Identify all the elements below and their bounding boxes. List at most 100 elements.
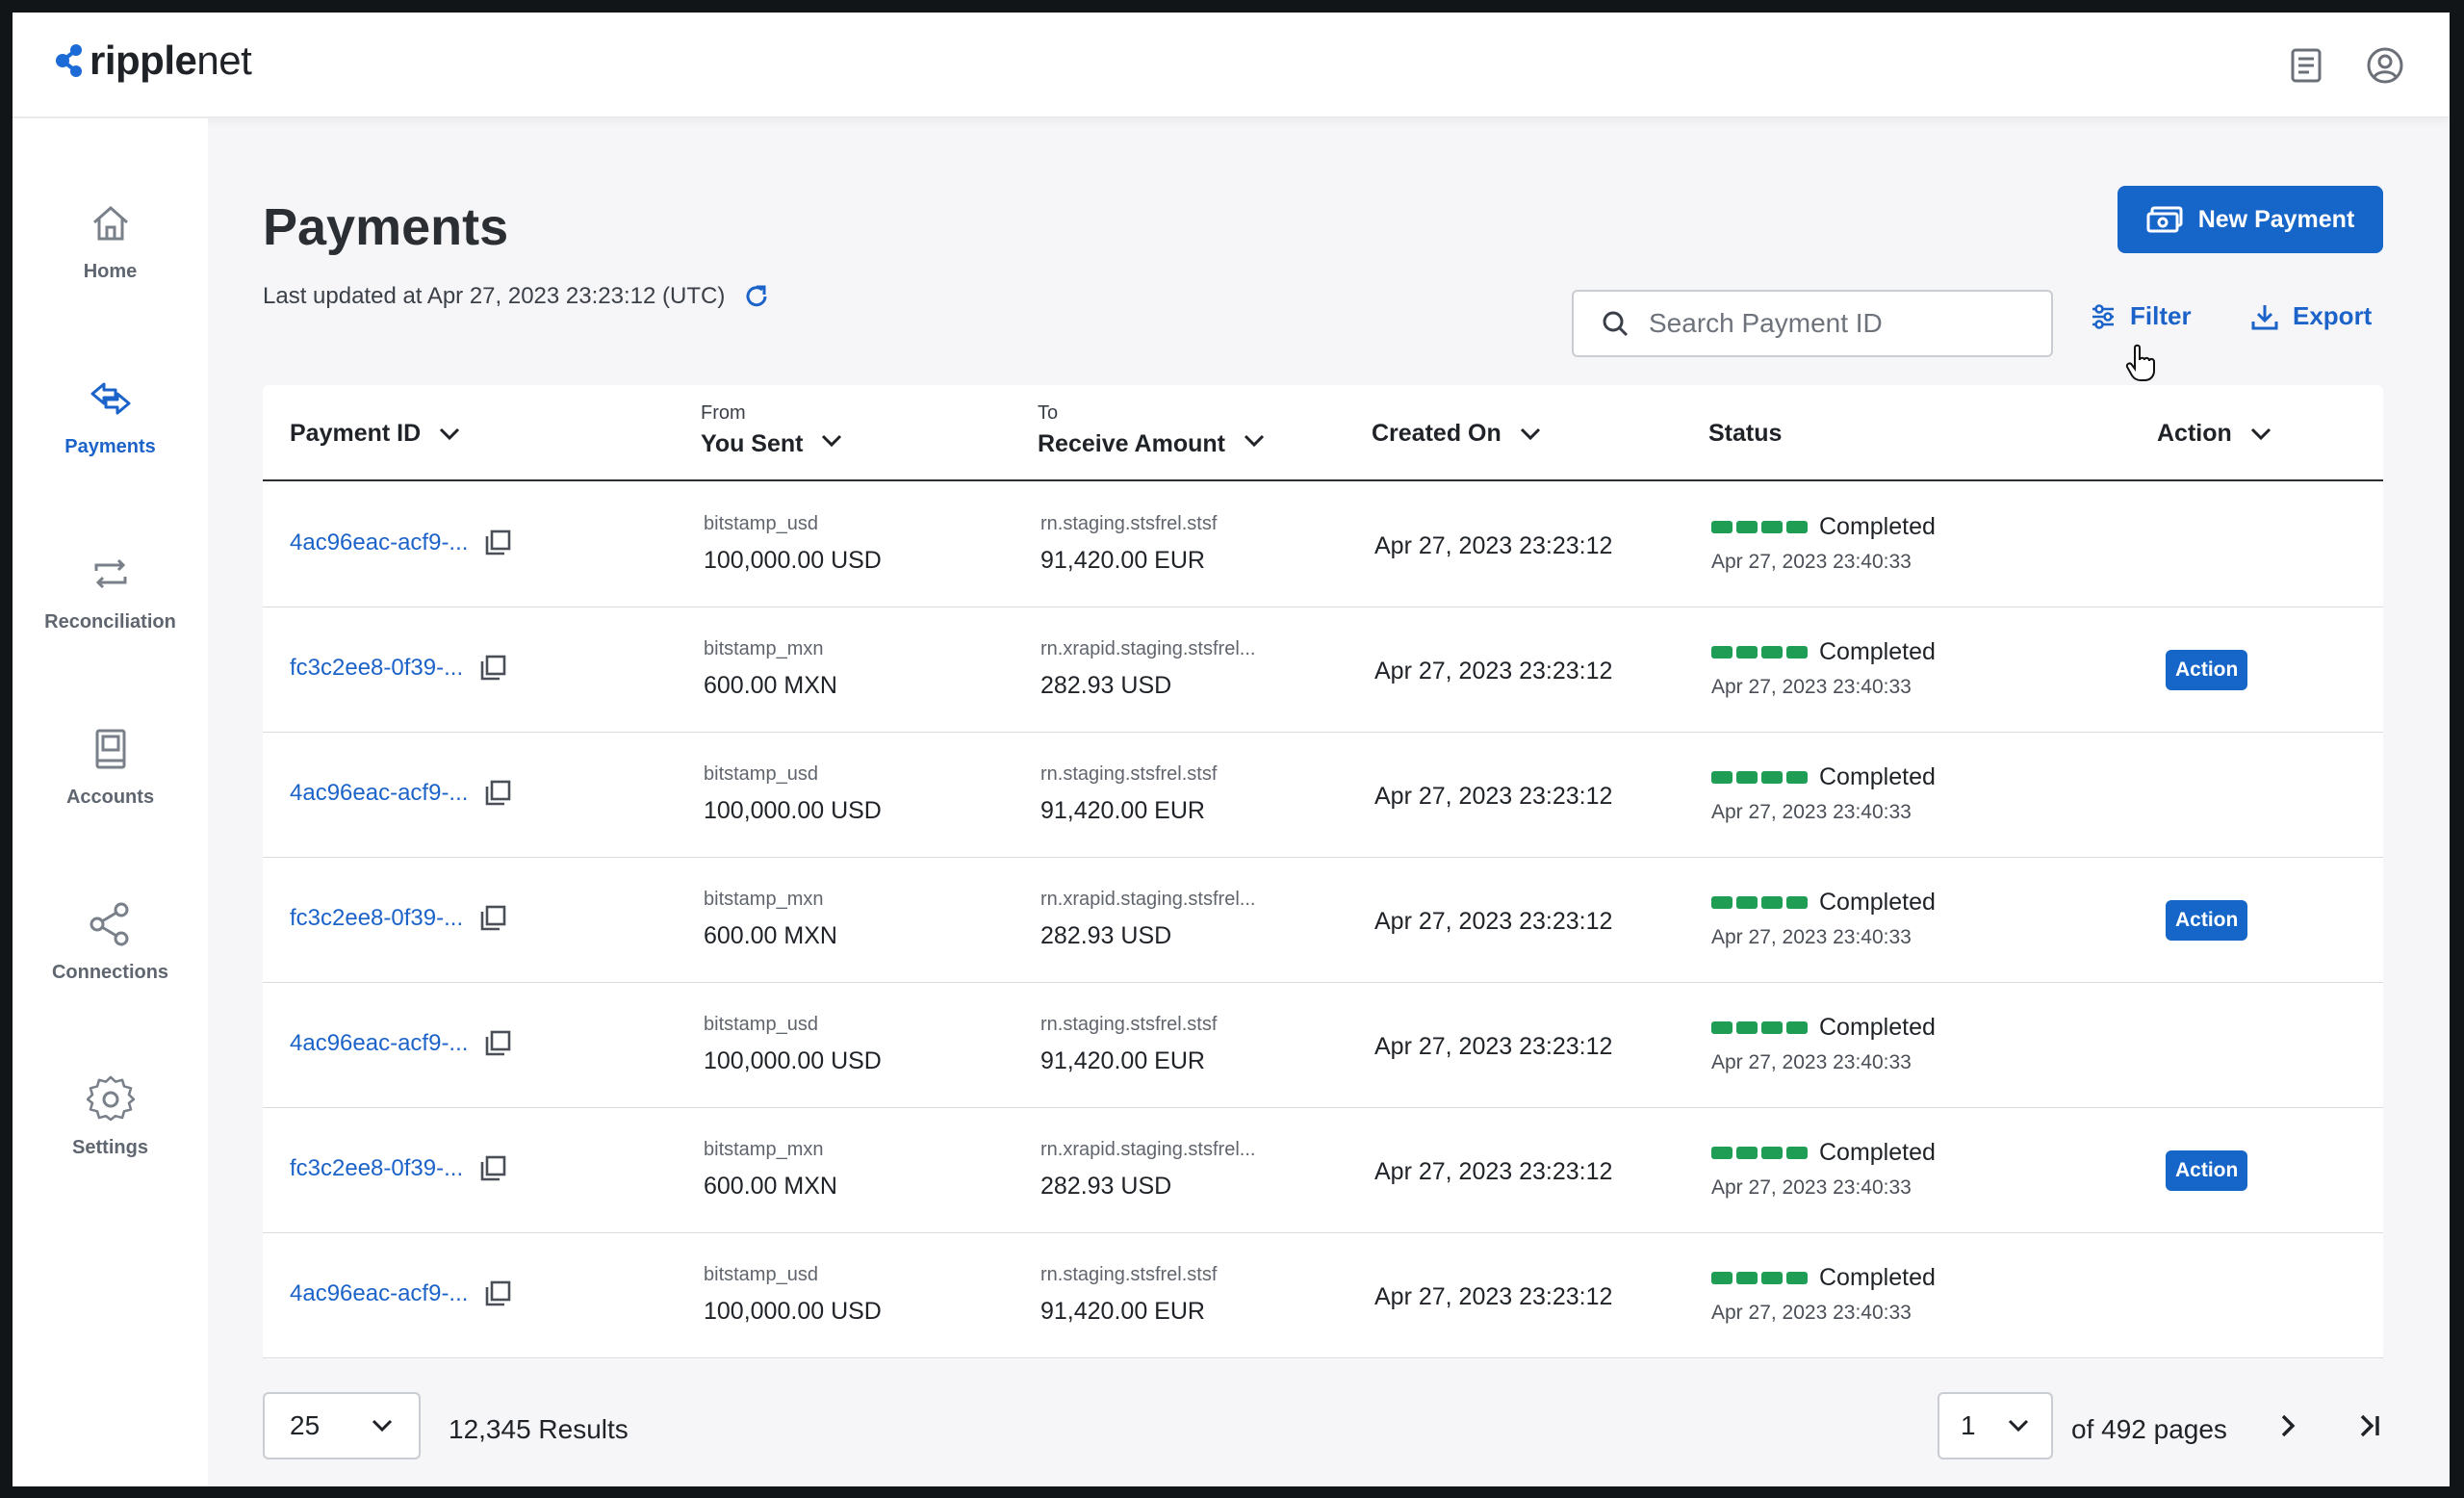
document-icon[interactable] xyxy=(2286,45,2326,86)
status-progress xyxy=(1711,896,1808,909)
sidebar-item-payments[interactable]: Payments xyxy=(13,374,208,500)
amount-sent: 100,000.00 USD xyxy=(704,797,882,824)
new-payment-label: New Payment xyxy=(2197,205,2355,233)
status-label: Completed xyxy=(1819,1014,1936,1041)
share-nodes-icon xyxy=(90,902,128,946)
table-row[interactable]: fc3c2ee8-0f39-... bitstamp_mxn 600.00 MXN r… xyxy=(263,1108,2383,1233)
sidebar-item-home[interactable]: Home xyxy=(13,199,208,324)
sidebar-item-label: Settings xyxy=(72,1137,148,1158)
progress-step xyxy=(1736,646,1758,659)
table-row[interactable]: fc3c2ee8-0f39-... bitstamp_mxn 600.00 MXN r… xyxy=(263,607,2383,733)
payment-id-cell: fc3c2ee8-0f39-... xyxy=(290,654,507,683)
column-header-payment-id[interactable]: Payment ID xyxy=(290,420,461,448)
payment-id-link[interactable]: 4ac96eac-acf9-... xyxy=(290,529,468,556)
to-account: rn.xrapid.staging.stsfrel... xyxy=(1040,1139,1256,1160)
copy-icon[interactable] xyxy=(483,1029,512,1058)
payment-id-link[interactable]: 4ac96eac-acf9-... xyxy=(290,780,468,807)
user-circle-icon[interactable] xyxy=(2365,45,2405,86)
sidebar-item-settings[interactable]: Settings xyxy=(13,1075,208,1201)
chevron-down-icon xyxy=(2008,1419,2029,1433)
home-icon xyxy=(92,205,128,241)
to-account: rn.xrapid.staging.stsfrel... xyxy=(1040,638,1256,659)
status-date: Apr 27, 2023 23:40:33 xyxy=(1711,1302,1912,1324)
table-row[interactable]: 4ac96eac-acf9-... bitstamp_usd 100,000.00 … xyxy=(263,983,2383,1108)
amount-received: 91,420.00 EUR xyxy=(1040,1298,1205,1325)
payment-id-link[interactable]: 4ac96eac-acf9-... xyxy=(290,1030,468,1057)
search-input[interactable] xyxy=(1649,308,2015,339)
from-account: bitstamp_usd xyxy=(704,1014,818,1035)
progress-step xyxy=(1761,896,1783,909)
copy-icon[interactable] xyxy=(483,1279,512,1308)
status-label: Completed xyxy=(1819,638,1936,665)
action-button[interactable]: Action xyxy=(2166,650,2248,690)
page-number-select[interactable]: 1 xyxy=(1938,1392,2053,1459)
table-row[interactable]: fc3c2ee8-0f39-... bitstamp_mxn 600.00 MXN r… xyxy=(263,858,2383,983)
payment-id-link[interactable]: fc3c2ee8-0f39-... xyxy=(290,905,463,932)
last-updated: Last updated at Apr 27, 2023 23:23:12 (U… xyxy=(263,282,771,311)
from-account: bitstamp_usd xyxy=(704,763,818,785)
progress-step xyxy=(1711,521,1732,533)
payment-id-cell: 4ac96eac-acf9-... xyxy=(290,1279,512,1308)
column-header-created-on[interactable]: Created On xyxy=(1372,420,1542,448)
progress-step xyxy=(1711,1147,1732,1159)
next-page-icon[interactable] xyxy=(2269,1407,2307,1445)
chevron-down-icon xyxy=(372,1419,393,1433)
export-button[interactable]: Export xyxy=(2250,301,2372,331)
last-page-icon[interactable] xyxy=(2350,1407,2389,1445)
ripplenet-logo[interactable]: ripplenet xyxy=(51,38,252,84)
copy-icon[interactable] xyxy=(478,904,507,933)
table-row[interactable]: 4ac96eac-acf9-... bitstamp_usd 100,000.00 … xyxy=(263,482,2383,607)
amount-sent: 600.00 MXN xyxy=(704,922,837,949)
status-label: Completed xyxy=(1819,1264,1936,1291)
action-button[interactable]: Action xyxy=(2166,1150,2248,1191)
amount-sent: 100,000.00 USD xyxy=(704,1298,882,1325)
created-on: Apr 27, 2023 23:23:12 xyxy=(1374,658,1613,684)
payment-id-link[interactable]: fc3c2ee8-0f39-... xyxy=(290,655,463,682)
status-date: Apr 27, 2023 23:40:33 xyxy=(1711,1051,1912,1073)
sidebar-item-connections[interactable]: Connections xyxy=(13,900,208,1025)
from-cell: bitstamp_mxn 600.00 MXN xyxy=(704,638,837,700)
from-account: bitstamp_mxn xyxy=(704,889,824,910)
status-progress xyxy=(1711,1147,1808,1159)
status-date: Apr 27, 2023 23:40:33 xyxy=(1711,926,1912,948)
to-cell: rn.staging.stsfrel.stsf 91,420.00 EUR xyxy=(1040,763,1217,825)
table-row[interactable]: 4ac96eac-acf9-... bitstamp_usd 100,000.00 … xyxy=(263,733,2383,858)
app-window: ripplenet Home Payments Reconciliation A… xyxy=(13,13,2450,1486)
payment-id-link[interactable]: 4ac96eac-acf9-... xyxy=(290,1280,468,1307)
from-cell: bitstamp_mxn 600.00 MXN xyxy=(704,1139,837,1201)
to-cell: rn.xrapid.staging.stsfrel... 282.93 USD xyxy=(1040,638,1255,700)
copy-icon[interactable] xyxy=(478,654,507,683)
copy-icon[interactable] xyxy=(478,1154,507,1183)
progress-step xyxy=(1711,771,1732,784)
column-header-action[interactable]: Action xyxy=(2157,420,2272,448)
progress-step xyxy=(1786,771,1808,784)
refresh-icon[interactable] xyxy=(742,282,771,311)
table-row[interactable]: 4ac96eac-acf9-... bitstamp_usd 100,000.00 … xyxy=(263,1233,2383,1358)
filter-button[interactable]: Filter xyxy=(2090,301,2192,331)
chevron-down-icon xyxy=(1244,434,1265,448)
sidebar-item-accounts[interactable]: Accounts xyxy=(13,725,208,850)
sidebar: Home Payments Reconciliation Accounts Co… xyxy=(13,118,208,1486)
status-label: Completed xyxy=(1819,763,1936,790)
created-on: Apr 27, 2023 23:23:12 xyxy=(1374,1033,1613,1060)
page-size-select[interactable]: 25 xyxy=(263,1392,421,1459)
to-account: rn.staging.stsfrel.stsf xyxy=(1040,1264,1218,1285)
new-payment-button[interactable]: New Payment xyxy=(2118,186,2383,253)
copy-icon[interactable] xyxy=(483,529,512,557)
progress-step xyxy=(1761,1272,1783,1284)
progress-step xyxy=(1786,896,1808,909)
column-header-from[interactable]: From You Sent xyxy=(701,402,843,458)
action-button[interactable]: Action xyxy=(2166,900,2248,941)
amount-received: 282.93 USD xyxy=(1040,672,1172,699)
search-box[interactable] xyxy=(1572,290,2053,357)
amount-sent: 600.00 MXN xyxy=(704,672,837,699)
column-header-to[interactable]: To Receive Amount xyxy=(1038,402,1266,458)
from-account: bitstamp_usd xyxy=(704,1264,818,1285)
ripple-logo-icon xyxy=(56,44,82,77)
payment-id-link[interactable]: fc3c2ee8-0f39-... xyxy=(290,1155,463,1182)
main-content: Payments Last updated at Apr 27, 2023 23… xyxy=(208,118,2450,1486)
sidebar-item-reconciliation[interactable]: Reconciliation xyxy=(13,550,208,675)
to-account: rn.xrapid.staging.stsfrel... xyxy=(1040,889,1256,910)
copy-icon[interactable] xyxy=(483,779,512,808)
progress-step xyxy=(1736,521,1758,533)
